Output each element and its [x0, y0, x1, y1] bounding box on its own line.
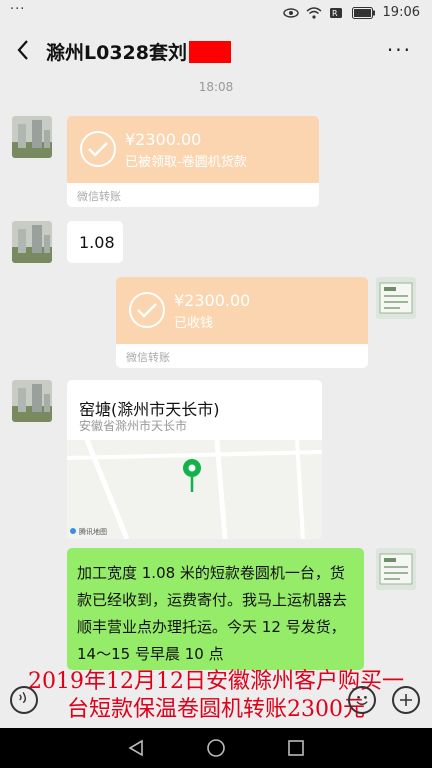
my-avatar[interactable] [376, 277, 416, 319]
transfer-footer: 微信转账 [116, 344, 368, 368]
emoji-icon[interactable] [348, 686, 376, 714]
status-menu-dots: ··· [10, 2, 26, 17]
svg-text:R: R [332, 9, 338, 18]
status-time: 19:06 [382, 5, 420, 20]
transfer-status: 已收钱 [174, 316, 214, 331]
transfer-check-icon [129, 292, 165, 328]
signal-icon: R [329, 7, 342, 18]
transfer-check-icon [80, 131, 116, 167]
add-more-icon[interactable] [392, 686, 420, 714]
my-avatar[interactable] [376, 548, 416, 590]
back-arrow-icon[interactable] [10, 36, 38, 64]
location-address: 安徽省滁州市天长市 [79, 419, 188, 433]
nav-back-icon[interactable] [126, 738, 146, 758]
chat-title-text: 滁州L0328套刘 [46, 42, 187, 64]
transfer-amount: ¥2300.00 [174, 291, 251, 310]
contact-avatar[interactable] [12, 221, 52, 263]
transfer-sent-card[interactable]: ¥2300.00 已收钱 微信转账 [116, 277, 368, 368]
message-text: 加工宽度 1.08 米的短款卷圆机一台，货款已经收到，运费寄付。我马上运机器去顺… [77, 564, 348, 663]
transfer-received-card[interactable]: ¥2300.00 已被领取-卷圆机货款 微信转账 [67, 116, 319, 207]
chat-title: 滁州L0328套刘 [46, 38, 231, 65]
text-message-sent[interactable]: 加工宽度 1.08 米的短款卷圆机一台，货款已经收到，运费寄付。我马上运机器去顺… [67, 548, 364, 670]
message-text: 1.08 [79, 233, 115, 252]
nav-home-icon[interactable] [206, 738, 226, 758]
redaction-block [189, 40, 231, 63]
text-message-received[interactable]: 1.08 [67, 221, 123, 263]
transfer-footer: 微信转账 [67, 183, 319, 207]
system-navigation-bar [0, 728, 432, 768]
contact-avatar[interactable] [12, 116, 52, 158]
transfer-amount: ¥2300.00 [125, 130, 202, 149]
contact-avatar[interactable] [12, 380, 52, 422]
nav-recents-icon[interactable] [286, 738, 306, 758]
location-card[interactable]: 窑塘(滁州市天长市) 安徽省滁州市天长市 腾讯地图 [67, 380, 322, 539]
voice-input-icon[interactable] [10, 686, 38, 714]
location-map[interactable]: 腾讯地图 [67, 440, 322, 539]
message-timestamp: 18:08 [198, 80, 234, 94]
more-options-icon[interactable]: ··· [387, 38, 412, 62]
map-source-label: 腾讯地图 [79, 527, 107, 536]
chat-header: 滁州L0328套刘 ··· [0, 26, 432, 74]
wifi-icon [306, 6, 322, 19]
transfer-status: 已被领取-卷圆机货款 [125, 155, 247, 170]
status-bar: ··· R 19:06 [0, 0, 432, 26]
eye-icon [282, 7, 299, 18]
battery-icon [351, 6, 375, 19]
